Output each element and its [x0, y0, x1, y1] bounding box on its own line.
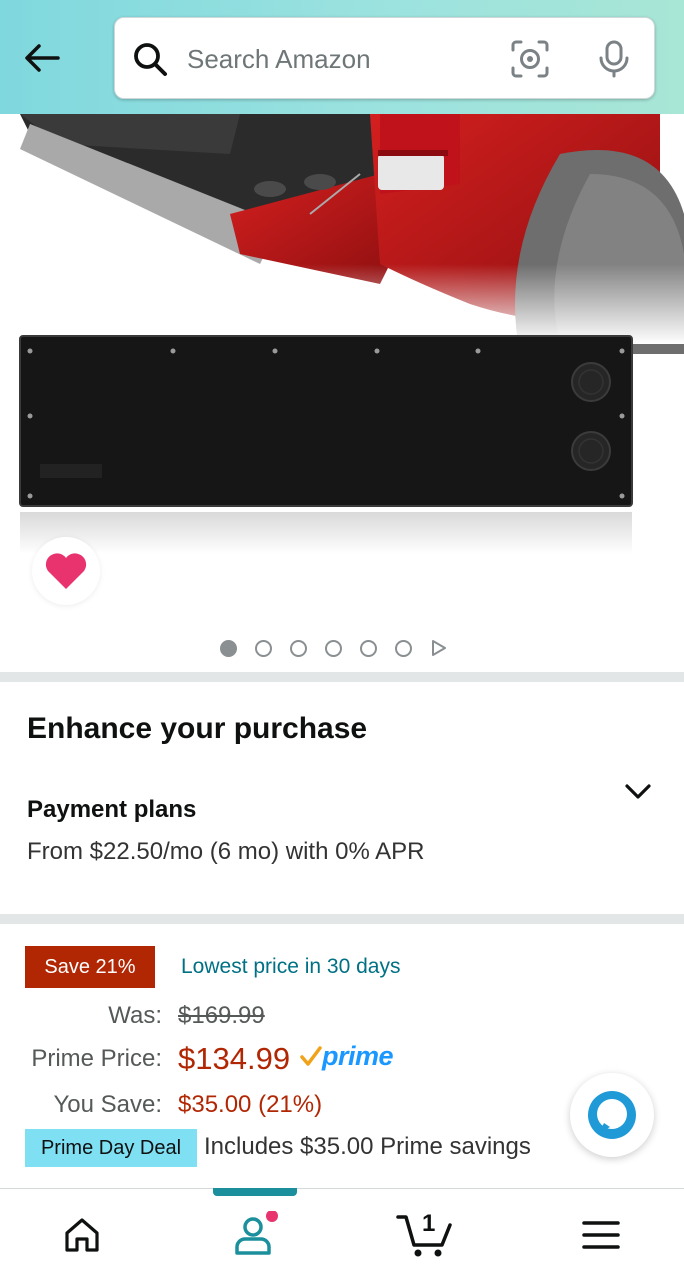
nav-menu[interactable]	[541, 1189, 661, 1279]
carousel-dot[interactable]	[290, 639, 307, 657]
chevron-down-icon[interactable]	[620, 774, 656, 810]
carousel-dot[interactable]	[325, 639, 342, 657]
carousel-indicator[interactable]	[220, 638, 448, 658]
alexa-button[interactable]	[570, 1073, 654, 1157]
was-label: Was:	[108, 1002, 162, 1029]
was-price: $169.99	[178, 1002, 265, 1029]
prime-check-icon	[300, 1046, 322, 1066]
play-video-icon[interactable]	[430, 639, 448, 657]
nav-home[interactable]	[22, 1189, 142, 1279]
prime-price: $134.99	[178, 1041, 291, 1076]
prime-logo: prime	[300, 1040, 394, 1072]
prime-price-label: Prime Price:	[31, 1045, 162, 1072]
payment-plans-title[interactable]: Payment plans	[27, 796, 196, 824]
payment-plans-summary: From $22.50/mo (6 mo) with 0% APR	[27, 838, 425, 865]
bottom-navigation	[0, 1188, 684, 1279]
section-divider	[0, 914, 684, 924]
home-icon	[65, 1217, 99, 1252]
hamburger-menu-icon	[582, 1220, 620, 1249]
carousel-dot[interactable]	[220, 639, 237, 657]
product-image-carousel[interactable]	[0, 114, 684, 670]
microphone-icon[interactable]	[593, 38, 635, 80]
section-divider	[0, 672, 684, 682]
enhance-section-title: Enhance your purchase	[27, 712, 368, 745]
back-arrow-icon	[25, 44, 60, 72]
cart-count-badge: 1	[422, 1210, 436, 1237]
prime-day-deal-badge: Prime Day Deal	[25, 1129, 197, 1167]
camera-lens-icon[interactable]	[509, 38, 551, 80]
prime-word: prime	[322, 1040, 394, 1071]
you-save-label: You Save:	[53, 1091, 162, 1118]
carousel-dot[interactable]	[395, 639, 412, 657]
save-percent-badge: Save 21%	[25, 946, 155, 988]
prime-savings-text: Includes $35.00 Prime savings	[204, 1133, 531, 1160]
account-icon	[235, 1210, 278, 1255]
alexa-icon	[588, 1091, 636, 1139]
lowest-price-note: Lowest price in 30 days	[181, 955, 401, 978]
wishlist-button[interactable]	[32, 537, 100, 605]
you-save-value: $35.00 (21%)	[178, 1091, 323, 1118]
nav-account[interactable]	[195, 1189, 315, 1279]
search-bar[interactable]	[114, 17, 655, 99]
product-photo	[0, 114, 684, 554]
back-button[interactable]	[18, 34, 66, 82]
nav-active-indicator	[213, 1188, 297, 1196]
search-icon	[134, 43, 167, 76]
carousel-dot[interactable]	[255, 639, 272, 657]
carousel-dot[interactable]	[360, 639, 377, 657]
search-input[interactable]	[187, 40, 487, 78]
heart-icon	[45, 553, 87, 589]
top-header	[0, 0, 684, 114]
